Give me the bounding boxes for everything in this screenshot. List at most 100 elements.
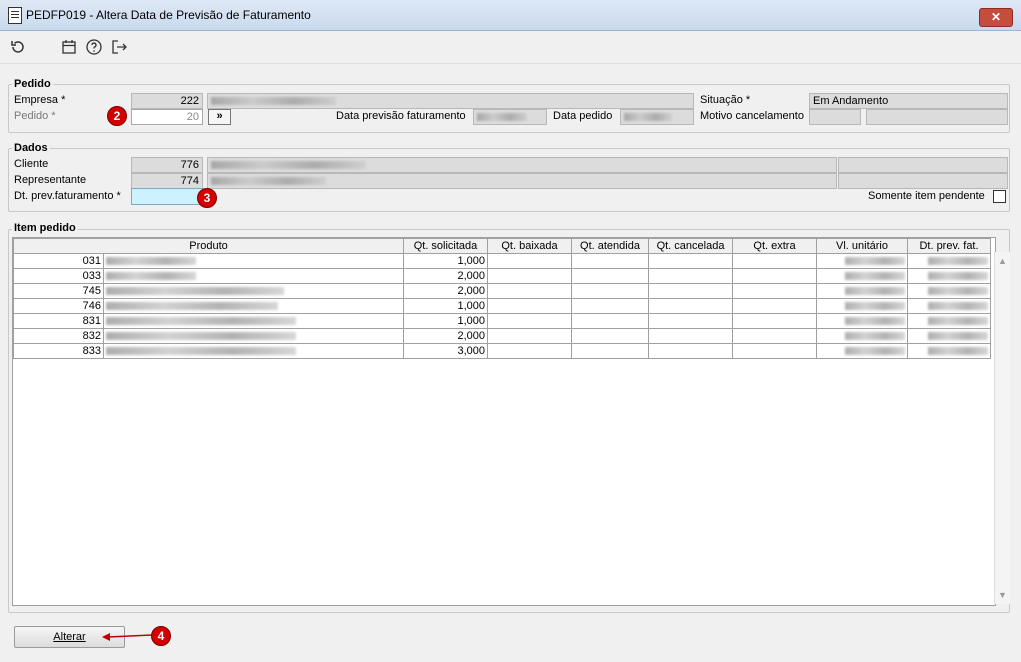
produto-cell [103,328,404,344]
title-bar: PEDFP019 - Altera Data de Previsão de Fa… [0,0,1021,31]
qt-cancelada-cell [648,328,733,344]
document-icon [8,7,22,24]
annotation-badge-3: 3 [197,188,217,208]
produto-cell [103,268,404,284]
vl-unitario-cell [816,268,908,284]
pedido-field[interactable]: 20 [131,109,203,125]
qt-baixada-cell [487,283,572,299]
close-button[interactable]: ✕ [979,8,1013,27]
table-row[interactable]: 745 2,000 [13,283,991,299]
grid-header: Produto Qt. solicitada Qt. baixada Qt. a… [13,238,991,254]
produto-cell [103,298,404,314]
qt-baixada-cell [487,298,572,314]
scroll-up-icon[interactable]: ▲ [998,256,1007,266]
redacted-text [845,257,905,265]
somente-item-pendente-checkbox[interactable] [993,190,1006,203]
qt-extra-cell [732,268,817,284]
col-header-qt-extra[interactable]: Qt. extra [732,238,817,254]
exit-icon[interactable] [110,38,128,56]
empresa-field[interactable]: 222 [131,93,203,109]
annotation-badge-4: 4 [151,626,171,646]
representante-name-field [207,173,837,189]
qt-cancelada-cell [648,343,733,359]
redacted-text [106,332,296,340]
vl-unitario-cell [816,253,908,269]
table-row[interactable]: 033 2,000 [13,268,991,284]
col-header-produto[interactable]: Produto [13,238,404,254]
qt-atendida-cell [571,253,649,269]
qt-extra-cell [732,253,817,269]
vl-unitario-cell [816,283,908,299]
redacted-text [928,257,988,265]
representante-extra-field [838,173,1008,189]
qt-atendida-cell [571,343,649,359]
dt-prev-fat-cell [907,343,991,359]
calendar-icon[interactable] [60,38,78,56]
data-pedido-label: Data pedido [553,110,613,122]
redacted-text [845,302,905,310]
qt-solicitada-cell: 1,000 [403,313,488,329]
data-previsao-field [473,109,547,125]
produto-cell [103,253,404,269]
code-cell: 832 [13,328,104,344]
dt-prev-fat-cell [907,283,991,299]
toolbar [0,31,1021,64]
col-header-qt-atendida[interactable]: Qt. atendida [571,238,649,254]
grid-vertical-scrollbar[interactable]: ▲ ▼ [994,252,1010,604]
col-header-dt-prev-fat[interactable]: Dt. prev. fat. [907,238,991,254]
qt-solicitada-cell: 2,000 [403,328,488,344]
items-grid[interactable]: Produto Qt. solicitada Qt. baixada Qt. a… [12,237,996,606]
col-header-qt-cancelada[interactable]: Qt. cancelada [648,238,733,254]
redacted-text [928,302,988,310]
col-header-qt-solicitada[interactable]: Qt. solicitada [403,238,488,254]
vl-unitario-cell [816,328,908,344]
vl-unitario-cell [816,313,908,329]
code-cell: 746 [13,298,104,314]
somente-item-pendente-label: Somente item pendente [868,190,985,202]
redacted-text [106,347,296,355]
redacted-text [845,287,905,295]
qt-atendida-cell [571,313,649,329]
redacted-text [106,272,196,280]
cliente-field[interactable]: 776 [131,157,203,173]
window-title: PEDFP019 - Altera Data de Previsão de Fa… [26,8,311,22]
pedido-label: Pedido * [14,110,56,122]
help-icon[interactable] [85,38,103,56]
qt-extra-cell [732,328,817,344]
redacted-text [106,317,296,325]
code-cell: 031 [13,253,104,269]
qt-baixada-cell [487,328,572,344]
table-row[interactable]: 746 1,000 [13,298,991,314]
code-cell: 745 [13,283,104,299]
alterar-button-label: Alterar [53,631,86,643]
col-header-qt-baixada[interactable]: Qt. baixada [487,238,572,254]
motivo-cancelamento-label: Motivo cancelamento [700,110,804,122]
col-header-vl-unitario[interactable]: Vl. unitário [816,238,908,254]
qt-atendida-cell [571,298,649,314]
qt-cancelada-cell [648,313,733,329]
cliente-extra-field [838,157,1008,173]
code-cell: 833 [13,343,104,359]
redacted-text [106,287,284,295]
qt-baixada-cell [487,343,572,359]
annotation-arrow [102,633,153,641]
pedido-nav-button[interactable]: » [208,109,231,125]
table-row[interactable]: 831 1,000 [13,313,991,329]
redacted-text [928,317,988,325]
representante-label: Representante [14,174,87,186]
dt-prev-faturamento-input[interactable] [131,188,204,205]
table-row[interactable]: 031 1,000 [13,253,991,269]
table-row[interactable]: 832 2,000 [13,328,991,344]
scroll-down-icon[interactable]: ▼ [998,590,1007,600]
qt-atendida-cell [571,283,649,299]
redacted-text [928,272,988,280]
qt-solicitada-cell: 1,000 [403,253,488,269]
representante-field[interactable]: 774 [131,173,203,189]
situacao-field: Em Andamento [809,93,1008,109]
qt-solicitada-cell: 2,000 [403,268,488,284]
table-row[interactable]: 833 3,000 [13,343,991,359]
qt-atendida-cell [571,328,649,344]
qt-extra-cell [732,343,817,359]
motivo-code-field [809,109,861,125]
refresh-icon[interactable] [9,38,27,56]
